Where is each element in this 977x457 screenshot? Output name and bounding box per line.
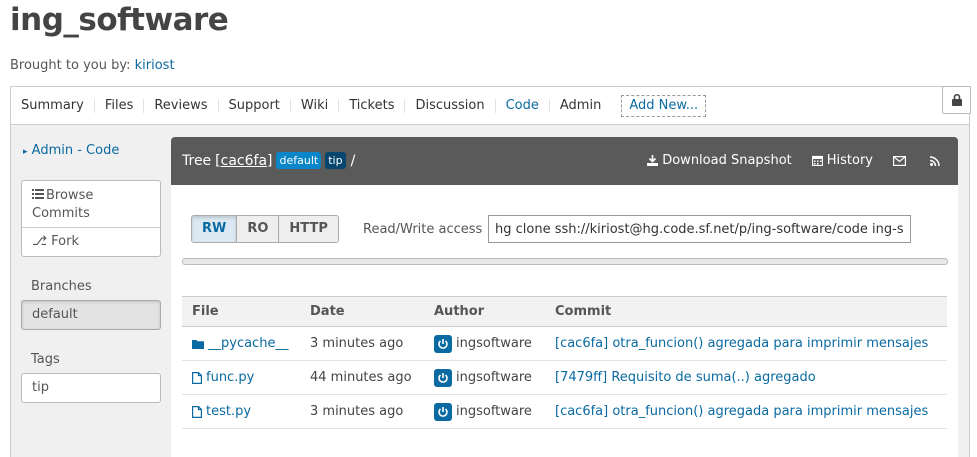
file-name: func.py xyxy=(206,370,255,385)
nav-tabs: Summary Files Reviews Support Wiki Ticke… xyxy=(11,87,707,125)
history-link[interactable]: History xyxy=(811,153,873,168)
author-cell: ingsoftware xyxy=(434,334,545,353)
brought-prefix: Brought to you by: xyxy=(10,58,131,73)
author-cell: ingsoftware xyxy=(434,368,545,387)
sidebar-actions: Browse Commits ⎇ Fork xyxy=(21,180,161,257)
lock-icon xyxy=(951,94,962,106)
add-new-button[interactable]: Add New... xyxy=(621,95,707,117)
power-icon xyxy=(438,372,448,383)
tree-path: / xyxy=(350,152,356,169)
commit-hash-link[interactable]: [cac6fa] xyxy=(215,153,272,169)
tab-discussion[interactable]: Discussion xyxy=(404,99,494,113)
tag-tip[interactable]: tip xyxy=(21,373,161,403)
mail-icon xyxy=(893,155,906,166)
list-icon xyxy=(32,189,44,199)
power-icon xyxy=(438,406,448,417)
file-icon xyxy=(192,405,202,418)
file-name-link[interactable]: __pycache__ xyxy=(192,336,300,351)
table-header-row: File Date Author Commit xyxy=(182,296,947,327)
sidebar-caret-icon: ▸ xyxy=(23,147,28,157)
panel-header: Tree [cac6fa] default tip / Download Sna… xyxy=(171,137,958,185)
commit-link[interactable]: [7479ff] Requisito de suma(..) agregado xyxy=(555,370,816,385)
file-date: 44 minutes ago xyxy=(300,360,424,395)
tab-wiki[interactable]: Wiki xyxy=(289,99,338,113)
rw-button[interactable]: RW xyxy=(192,216,237,242)
download-snapshot-label: Download Snapshot xyxy=(662,153,792,168)
scroll-divider-bar xyxy=(182,258,948,265)
sidebar-admin-code-link[interactable]: ▸ Admin - Code xyxy=(23,143,119,158)
code-panel: Tree [cac6fa] default tip / Download Sna… xyxy=(171,137,958,457)
sidebar-divider xyxy=(22,227,160,228)
branch-default[interactable]: default xyxy=(21,300,161,330)
file-name: __pycache__ xyxy=(208,336,289,351)
sidebar-admin-label: Admin - Code xyxy=(31,143,120,158)
lock-button[interactable] xyxy=(942,86,971,114)
tab-summary[interactable]: Summary xyxy=(11,99,94,113)
author-cell: ingsoftware xyxy=(434,402,545,421)
http-button[interactable]: HTTP xyxy=(278,216,338,242)
ro-button[interactable]: RO xyxy=(236,216,279,242)
tab-reviews[interactable]: Reviews xyxy=(143,99,217,113)
file-date: 3 minutes ago xyxy=(300,394,424,429)
file-name-link[interactable]: test.py xyxy=(192,404,300,419)
files-table: File Date Author Commit __pycache__ 3 mi… xyxy=(182,296,947,429)
brought-to-you: Brought to you by: kiriost xyxy=(10,58,175,73)
file-icon xyxy=(192,371,202,384)
history-label: History xyxy=(826,153,873,168)
author-name: ingsoftware xyxy=(456,336,532,351)
col-date: Date xyxy=(300,296,424,327)
project-title: ing_software xyxy=(10,2,229,38)
project-navbar: Summary Files Reviews Support Wiki Ticke… xyxy=(10,86,971,125)
avatar xyxy=(434,334,452,353)
access-protocol-group: RW RO HTTP xyxy=(191,215,339,243)
header-actions: Download Snapshot History xyxy=(627,153,944,168)
col-file: File xyxy=(182,296,300,327)
calendar-icon xyxy=(811,155,823,166)
power-icon xyxy=(438,338,448,349)
author-name: ingsoftware xyxy=(456,404,532,419)
browse-commits-link[interactable]: Browse Commits xyxy=(32,187,142,223)
avatar xyxy=(434,368,452,387)
col-author: Author xyxy=(424,296,545,327)
tag-badge: tip xyxy=(325,152,346,169)
tab-tickets[interactable]: Tickets xyxy=(338,99,404,113)
commit-link[interactable]: [cac6fa] otra_funcion() agregada para im… xyxy=(555,404,928,419)
tree-breadcrumb: Tree [cac6fa] default tip / xyxy=(182,152,355,169)
clone-command-input[interactable] xyxy=(488,215,911,243)
col-commit: Commit xyxy=(545,296,947,327)
tab-support[interactable]: Support xyxy=(217,99,290,113)
access-label: Read/Write access xyxy=(363,222,483,237)
file-name: test.py xyxy=(206,404,252,419)
tags-label: Tags xyxy=(31,352,60,367)
fork-label: Fork xyxy=(51,234,79,249)
rss-button[interactable] xyxy=(930,155,944,166)
download-icon xyxy=(647,155,659,166)
download-snapshot-link[interactable]: Download Snapshot xyxy=(647,153,792,168)
rss-icon xyxy=(930,155,940,166)
table-row: __pycache__ 3 minutes ago ingsoftware [c… xyxy=(182,326,947,361)
tab-admin[interactable]: Admin xyxy=(548,99,611,113)
file-date: 3 minutes ago xyxy=(300,326,424,361)
avatar xyxy=(434,402,452,421)
subscribe-mail-button[interactable] xyxy=(893,155,910,166)
commit-link[interactable]: [cac6fa] otra_funcion() agregada para im… xyxy=(555,336,928,351)
table-row: func.py 44 minutes ago ingsoftware [7479… xyxy=(182,360,947,395)
file-name-link[interactable]: func.py xyxy=(192,370,300,385)
fork-icon: ⎇ xyxy=(32,234,47,249)
tab-files[interactable]: Files xyxy=(93,99,144,113)
folder-icon xyxy=(192,339,204,349)
table-row: test.py 3 minutes ago ingsoftware [cac6f… xyxy=(182,394,947,429)
branches-label: Branches xyxy=(31,279,92,294)
branch-badge: default xyxy=(276,152,322,169)
owner-link[interactable]: kiriost xyxy=(135,58,175,73)
author-name: ingsoftware xyxy=(456,370,532,385)
fork-link[interactable]: ⎇ Fork xyxy=(32,234,79,249)
tab-code[interactable]: Code xyxy=(494,99,549,113)
tree-label: Tree xyxy=(182,152,212,169)
